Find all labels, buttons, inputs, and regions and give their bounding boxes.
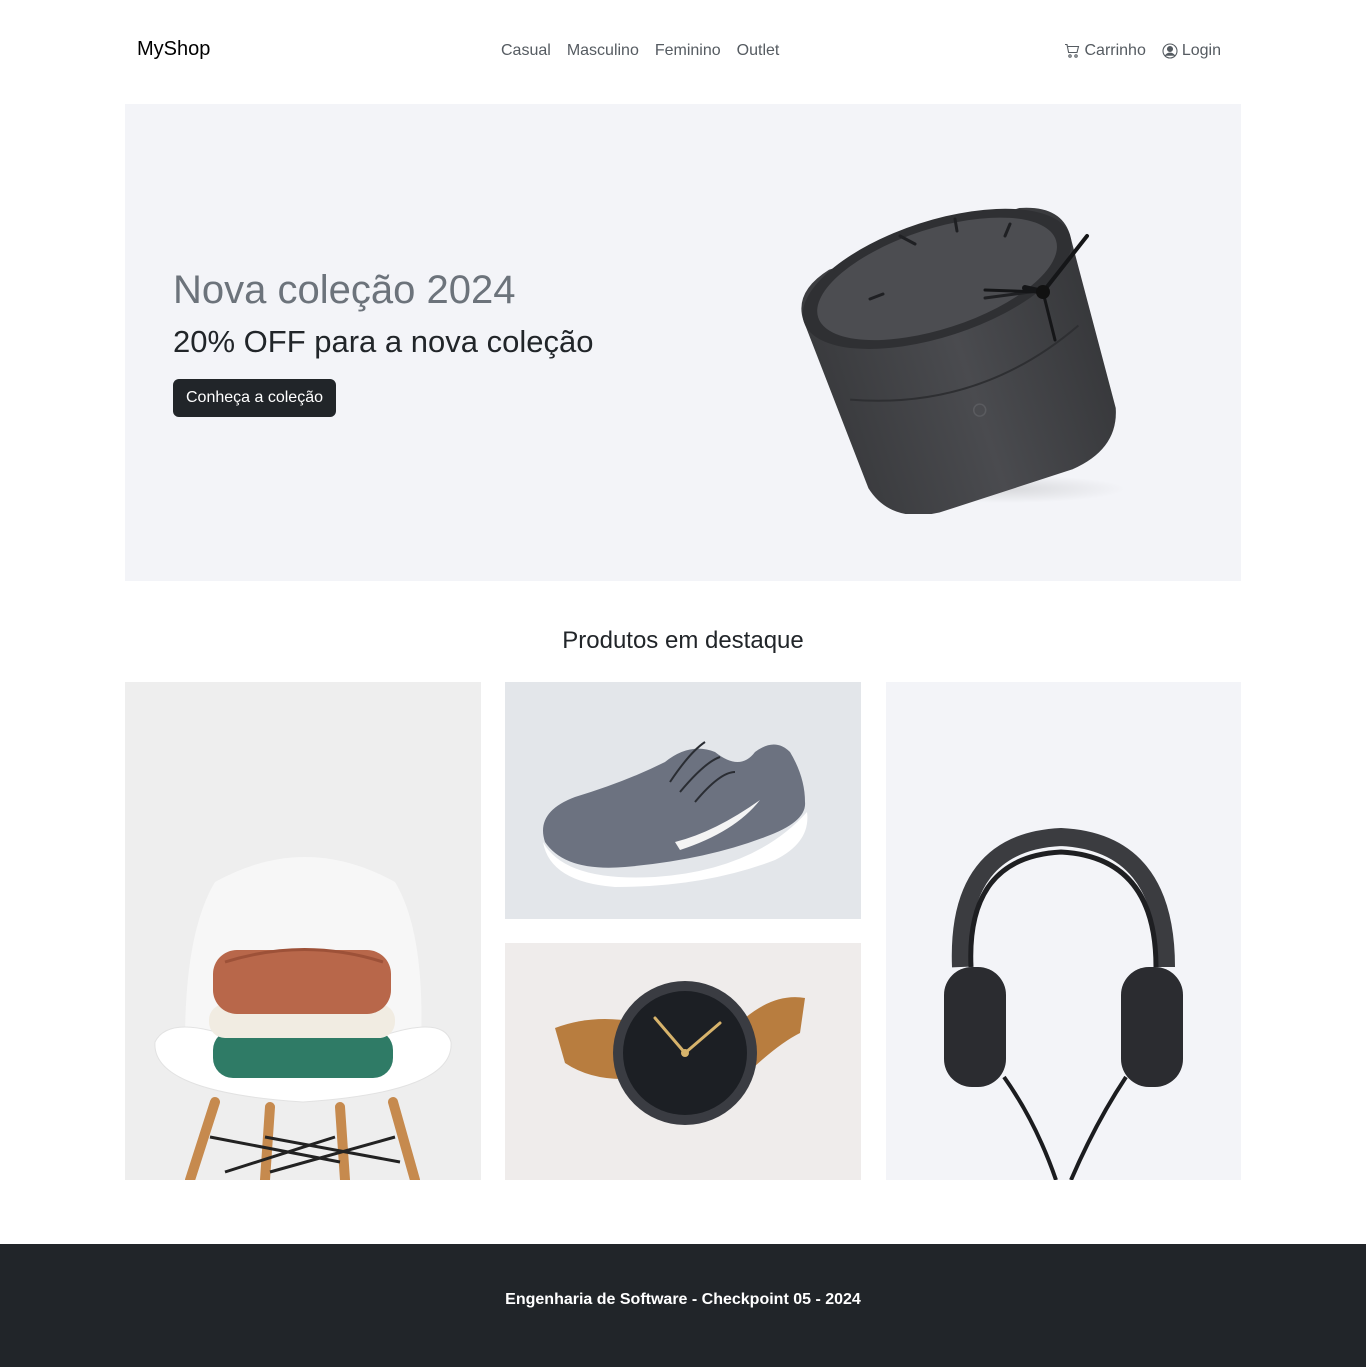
cart-label: Carrinho	[1084, 42, 1146, 59]
footer: Engenharia de Software - Checkpoint 05 -…	[0, 1244, 1366, 1367]
explore-collection-button[interactable]: Conheça a coleção	[173, 379, 336, 417]
product-card-headphones[interactable]	[886, 682, 1241, 1180]
brand-logo[interactable]: MyShop	[137, 38, 210, 61]
product-card-watch[interactable]	[505, 943, 861, 1180]
navbar: MyShop Casual Masculino Feminino Outlet …	[0, 0, 1366, 104]
main-nav: Casual Masculino Feminino Outlet	[501, 42, 779, 60]
login-link[interactable]: Login	[1162, 42, 1221, 60]
cart-link[interactable]: Carrinho	[1064, 42, 1146, 60]
hero-banner: Nova coleção 2024 20% OFF para a nova co…	[125, 104, 1241, 581]
featured-title: Produtos em destaque	[562, 627, 804, 654]
nav-link-casual[interactable]: Casual	[501, 42, 551, 60]
product-card-sneaker[interactable]	[505, 682, 861, 919]
login-label: Login	[1181, 42, 1221, 59]
product-card-sweaters[interactable]	[125, 682, 481, 1180]
nav-link-feminino[interactable]: Feminino	[655, 42, 721, 60]
nav-link-outlet[interactable]: Outlet	[737, 42, 780, 60]
watch-image	[505, 943, 861, 1180]
sneaker-image	[505, 682, 861, 919]
user-nav: Carrinho Login	[1064, 42, 1221, 60]
hero-clock-image	[775, 164, 1135, 516]
nav-link-masculino[interactable]: Masculino	[567, 42, 639, 60]
person-circle-icon	[1162, 43, 1178, 59]
sweaters-image	[125, 682, 481, 1180]
cart-icon	[1065, 43, 1080, 58]
hero-subtitle: 20% OFF para a nova coleção	[173, 324, 594, 359]
hero-title: Nova coleção 2024	[173, 268, 516, 312]
footer-text: Engenharia de Software - Checkpoint 05 -…	[505, 1291, 861, 1308]
headphones-image	[886, 682, 1241, 1180]
